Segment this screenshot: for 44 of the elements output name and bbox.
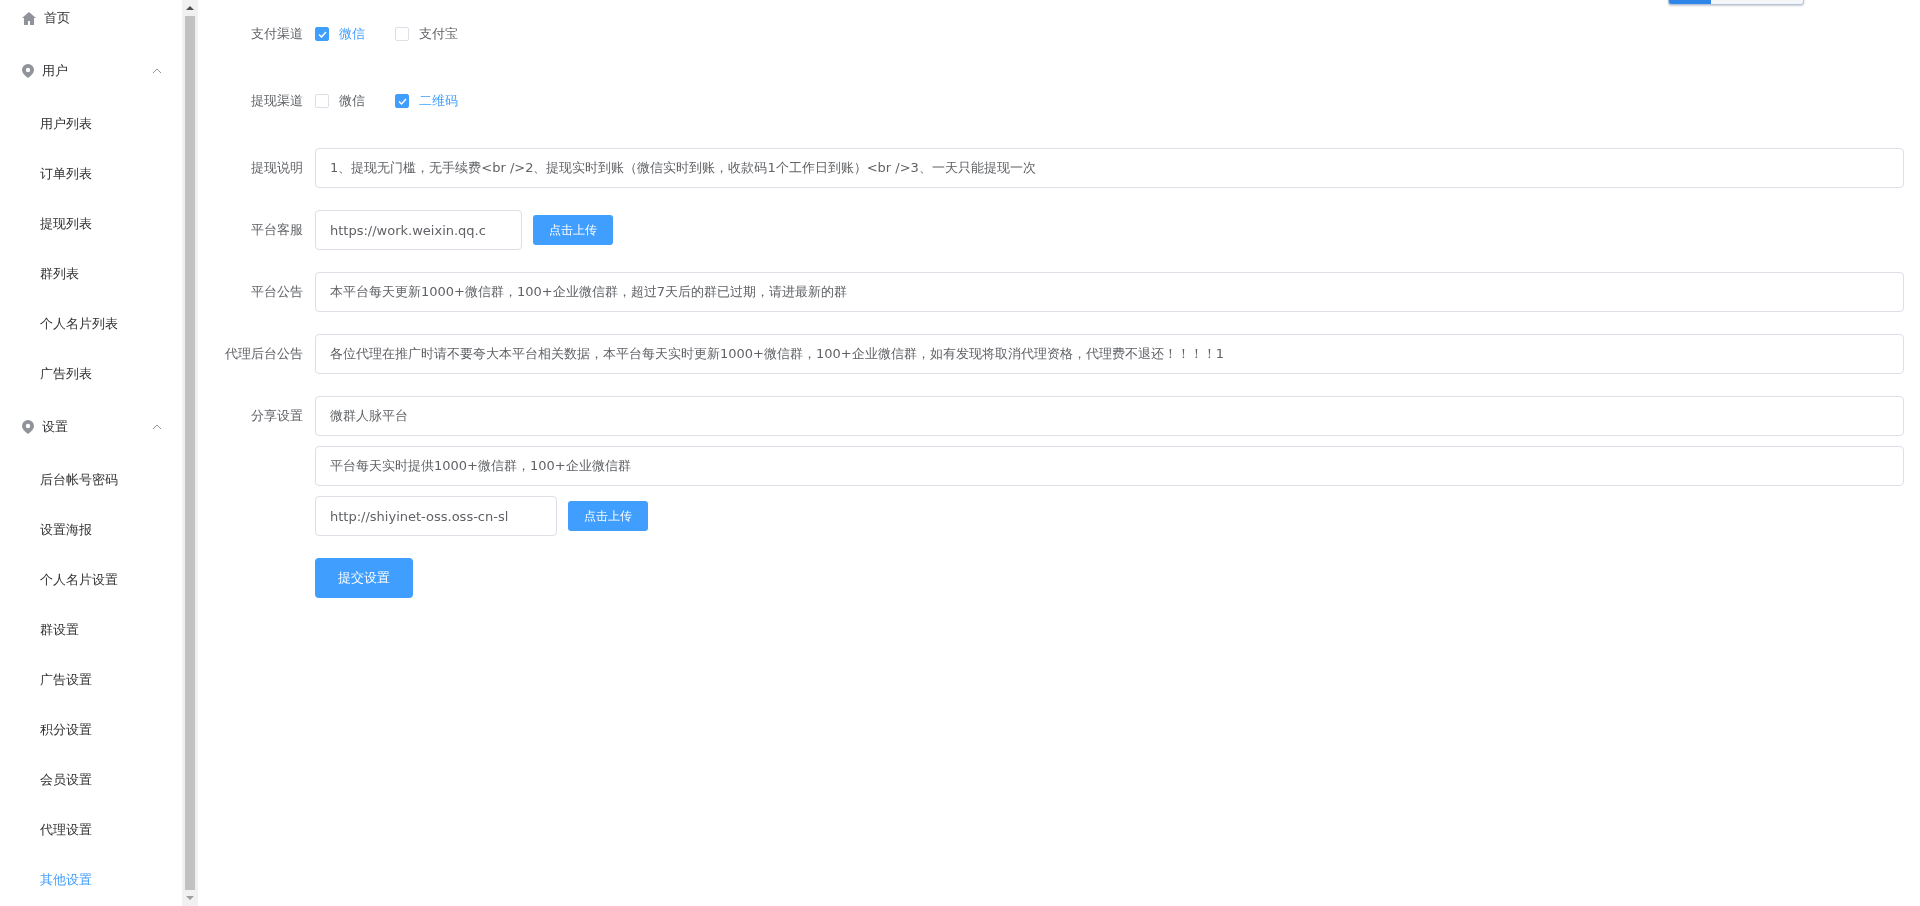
field-label: 提现渠道 <box>250 92 304 110</box>
text-field[interactable]: 本平台每天更新1000+微信群，100+企业微信群，超过7天后的群已过期，请进最新的群 <box>315 272 1904 312</box>
scrollbar-thumb[interactable] <box>185 16 195 890</box>
sidebar-item[interactable]: 群设置 <box>0 605 182 655</box>
checkbox-label[interactable]: 支付宝 <box>419 25 458 43</box>
sidebar-item[interactable]: 个人名片列表 <box>0 299 182 349</box>
checkbox[interactable] <box>395 94 409 108</box>
location-pin-icon <box>22 64 34 78</box>
sidebar-item[interactable]: 广告设置 <box>0 655 182 705</box>
sidebar-group[interactable]: 设置 <box>0 399 182 455</box>
scrollbar[interactable] <box>182 0 198 906</box>
checkbox-label[interactable]: 微信 <box>339 92 365 110</box>
field-label: 分享设置 <box>250 407 304 425</box>
field-label: 平台客服 <box>250 221 304 239</box>
text-field[interactable]: 各位代理在推广时请不要夸大本平台相关数据，本平台每天实时更新1000+微信群，100+企业微信群，如有发现将取消代理资格，代理费不退还！！！！1 <box>315 334 1904 374</box>
location-pin-icon <box>22 420 34 434</box>
sidebar-item[interactable]: 广告列表 <box>0 349 182 399</box>
field-label: 平台公告 <box>250 283 304 301</box>
sidebar-item[interactable]: 订单列表 <box>0 149 182 199</box>
home-icon <box>22 11 36 25</box>
field-label: 代理后台公告 <box>224 345 304 363</box>
sidebar-item[interactable]: 首页 <box>0 0 182 43</box>
field-label: 提现说明 <box>250 159 304 177</box>
sidebar-item[interactable]: 后台帐号密码 <box>0 455 182 505</box>
caret-icon <box>152 68 162 74</box>
text-field[interactable]: 1、提现无门槛，无手续费<br />2、提现实时到账（微信实时到账，收款码1个工作日到账）<br />3、一天只能提现一次 <box>315 148 1904 188</box>
scroll-up-icon[interactable] <box>186 4 194 12</box>
url-field[interactable]: http://shiyinet-oss.oss-cn-sl <box>315 496 557 536</box>
sidebar-item[interactable]: 群列表 <box>0 249 182 299</box>
sidebar-item[interactable]: 会员设置 <box>0 755 182 805</box>
checkbox[interactable] <box>315 27 329 41</box>
sidebar-item[interactable]: 提现列表 <box>0 199 182 249</box>
sidebar-item[interactable]: 用户列表 <box>0 99 182 149</box>
url-field[interactable]: https://work.weixin.qq.c <box>315 210 522 250</box>
sidebar-group[interactable]: 用户 <box>0 43 182 99</box>
caret-icon <box>152 424 162 430</box>
sidebar-item[interactable]: 个人名片设置 <box>0 555 182 605</box>
scroll-down-icon[interactable] <box>186 894 194 902</box>
sidebar-item[interactable]: 代理设置 <box>0 805 182 855</box>
field-label: 支付渠道 <box>250 25 304 43</box>
text-field[interactable]: 平台每天实时提供1000+微信群，100+企业微信群 <box>315 446 1904 486</box>
sidebar-item[interactable]: 设置海报 <box>0 505 182 555</box>
text-field[interactable]: 微群人脉平台 <box>315 396 1904 436</box>
sidebar-item[interactable]: 积分设置 <box>0 705 182 755</box>
